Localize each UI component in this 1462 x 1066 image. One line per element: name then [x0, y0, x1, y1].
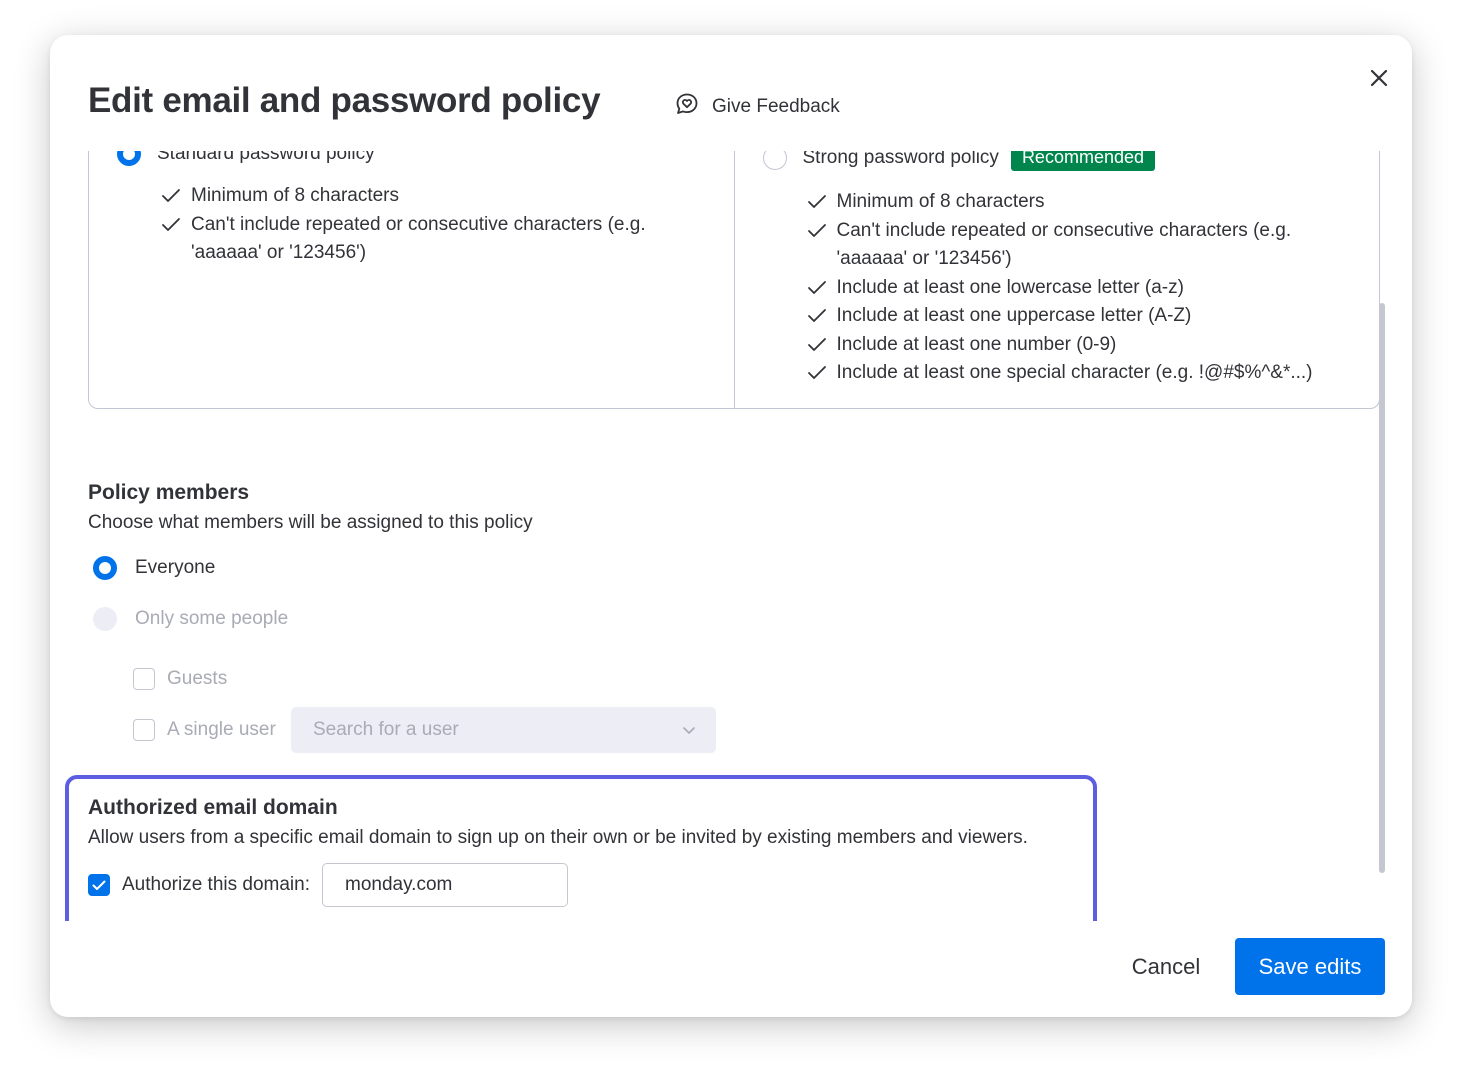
- password-policy-options: Standard password policy Minimum of 8 ch…: [88, 151, 1380, 409]
- check-icon: [807, 280, 826, 294]
- close-button[interactable]: [1366, 65, 1392, 91]
- standard-policy-radio[interactable]: [117, 151, 141, 166]
- check-icon: [807, 195, 826, 208]
- standard-policy-label: Standard password policy: [157, 151, 375, 164]
- requirement-text: Can't include repeated or consecutive ch…: [836, 219, 1292, 270]
- single-user-label: A single user: [167, 719, 276, 740]
- single-user-checkbox[interactable]: [133, 719, 155, 741]
- check-icon: [807, 223, 826, 237]
- everyone-radio[interactable]: [93, 556, 117, 580]
- close-icon: [1370, 69, 1388, 87]
- requirement-text: Include at least one uppercase letter (A…: [836, 305, 1192, 326]
- authorize-domain-label: Authorize this domain:: [122, 874, 310, 895]
- standard-policy-option[interactable]: Standard password policy: [117, 151, 375, 166]
- list-item: Can't include repeated or consecutive ch…: [161, 211, 681, 268]
- strong-requirements-list: Minimum of 8 characters Can't include re…: [807, 188, 1327, 388]
- check-icon: [807, 337, 826, 351]
- strong-policy-radio[interactable]: [762, 151, 787, 170]
- guests-checkbox[interactable]: [133, 668, 155, 690]
- scrollbar-thumb[interactable]: [1379, 303, 1385, 873]
- search-user-select[interactable]: Search for a user: [291, 707, 716, 753]
- requirement-text: Minimum of 8 characters: [836, 191, 1045, 212]
- requirement-text: Minimum of 8 characters: [191, 185, 400, 206]
- policy-members-description: Choose what members will be assigned to …: [88, 512, 533, 533]
- authorized-domain-title: Authorized email domain: [88, 796, 338, 819]
- guests-option[interactable]: Guests: [133, 668, 227, 690]
- list-item: Include at least one uppercase letter (A…: [807, 302, 1327, 331]
- cancel-button[interactable]: Cancel: [1112, 939, 1220, 995]
- some-people-radio[interactable]: [93, 607, 117, 631]
- list-item: Include at least one number (0-9): [807, 331, 1327, 360]
- requirement-text: Include at least one number (0-9): [836, 333, 1117, 355]
- strong-policy-card[interactable]: Strong password policy Recommended Minim…: [733, 151, 1380, 408]
- strong-policy-label: Strong password policy: [802, 151, 999, 168]
- members-option-some-people[interactable]: Only some people: [93, 607, 288, 631]
- single-user-option[interactable]: A single user: [133, 719, 276, 741]
- recommended-badge: Recommended: [1010, 151, 1155, 171]
- requirement-text: Include at least one special character (…: [836, 362, 1313, 383]
- give-feedback-label: Give Feedback: [712, 96, 840, 117]
- strong-policy-option[interactable]: Strong password policy Recommended: [762, 151, 1155, 171]
- list-item: Include at least one special character (…: [807, 359, 1327, 388]
- requirement-text: Can't include repeated or consecutive ch…: [191, 213, 646, 264]
- list-item: Include at least one lowercase letter (a…: [807, 274, 1327, 303]
- authorized-domain-description: Allow users from a specific email domain…: [88, 827, 1028, 848]
- chat-heart-icon: [674, 91, 700, 123]
- standard-requirements-list: Minimum of 8 characters Can't include re…: [161, 182, 681, 268]
- list-item: Can't include repeated or consecutive ch…: [807, 217, 1327, 274]
- domain-input[interactable]: [322, 863, 568, 907]
- modal-title: Edit email and password policy: [88, 81, 601, 120]
- standard-policy-card[interactable]: Standard password policy Minimum of 8 ch…: [89, 151, 734, 408]
- edit-policy-modal: Edit email and password policy Give Feed…: [50, 35, 1412, 1017]
- check-icon: [92, 880, 106, 890]
- check-icon: [807, 366, 826, 379]
- list-item: Minimum of 8 characters: [807, 188, 1327, 217]
- some-people-label: Only some people: [135, 608, 289, 629]
- guests-label: Guests: [167, 668, 228, 689]
- modal-scroll-content[interactable]: Standard password policy Minimum of 8 ch…: [50, 151, 1412, 921]
- give-feedback-button[interactable]: Give Feedback: [674, 91, 840, 123]
- policy-members-title: Policy members: [88, 481, 250, 504]
- list-item: Minimum of 8 characters: [161, 182, 681, 211]
- chevron-down-icon: [683, 726, 695, 734]
- check-icon: [162, 189, 180, 202]
- save-edits-button[interactable]: Save edits: [1235, 938, 1385, 995]
- authorize-domain-checkbox[interactable]: [88, 874, 110, 896]
- members-option-everyone[interactable]: Everyone: [93, 556, 215, 580]
- requirement-text: Include at least one lowercase letter (a…: [836, 276, 1184, 298]
- everyone-label: Everyone: [135, 557, 216, 578]
- search-user-placeholder: Search for a user: [313, 719, 459, 740]
- check-icon: [807, 309, 826, 322]
- check-icon: [162, 217, 180, 231]
- authorize-domain-row: Authorize this domain:: [88, 863, 568, 907]
